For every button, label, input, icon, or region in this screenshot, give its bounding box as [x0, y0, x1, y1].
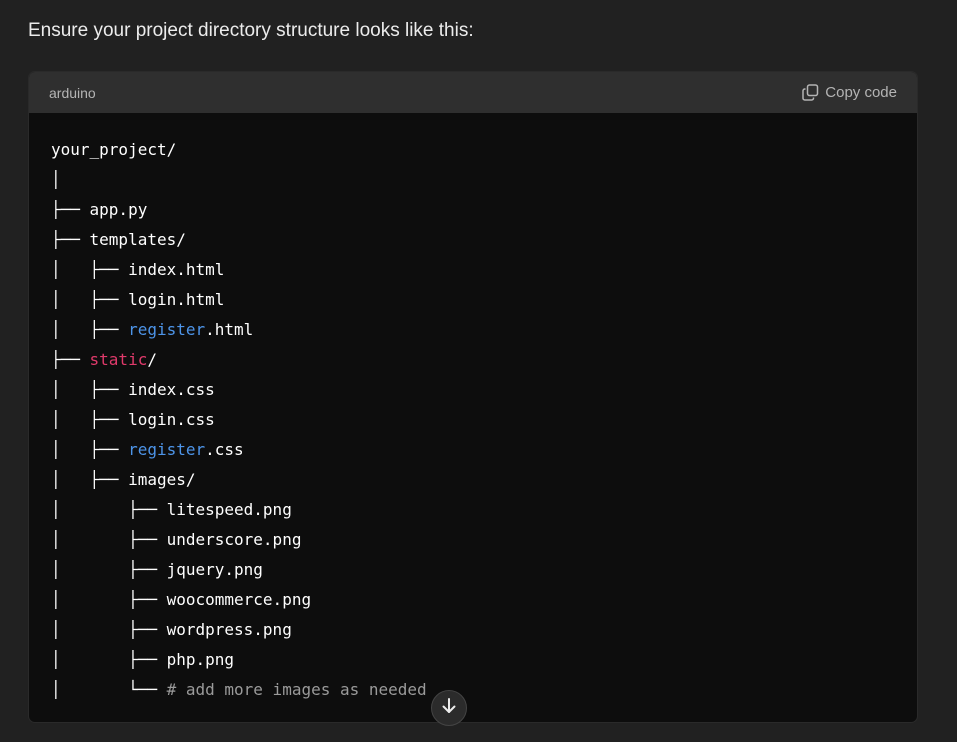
code-text: │ ├── images/: [51, 470, 196, 489]
copy-code-label: Copy code: [825, 84, 897, 101]
code-highlight: static: [89, 350, 148, 369]
code-language-label: arduino: [49, 84, 96, 101]
code-block: arduino Copy code your_project/ │ ├── app.…: [28, 71, 918, 723]
code-highlight: register: [128, 320, 206, 339]
code-text: │ ├── wordpress.png: [51, 620, 292, 639]
code-text: your_project/: [51, 140, 177, 159]
code-line: │ ├── login.css: [51, 405, 895, 435]
code-text: │: [51, 170, 61, 189]
code-line: │ ├── register.html: [51, 315, 895, 345]
code-comment: # add more images as needed: [166, 680, 427, 699]
scroll-down-button[interactable]: [431, 690, 467, 726]
code-line: │ ├── index.css: [51, 375, 895, 405]
code-text: │ ├── login.css: [51, 410, 215, 429]
code-line: │ ├── wordpress.png: [51, 615, 895, 645]
code-text: ├──: [51, 350, 90, 369]
message-text: Ensure your project directory structure …: [28, 20, 474, 41]
code-line: │: [51, 165, 895, 195]
code-highlight: register: [128, 440, 206, 459]
code-line: │ ├── litespeed.png: [51, 495, 895, 525]
code-text: │ ├── index.html: [51, 260, 225, 279]
code-text: /: [147, 350, 157, 369]
code-text: │ ├── login.html: [51, 290, 225, 309]
code-line: │ └── # add more images as needed: [51, 675, 895, 705]
code-text: │ ├──: [51, 320, 129, 339]
code-text: │ ├── litespeed.png: [51, 500, 292, 519]
code-line: ├── app.py: [51, 195, 895, 225]
code-text: │ ├── jquery.png: [51, 560, 263, 579]
code-text: .css: [205, 440, 244, 459]
code-line: │ ├── login.html: [51, 285, 895, 315]
copy-code-button[interactable]: Copy code: [802, 84, 897, 101]
code-line: │ ├── register.css: [51, 435, 895, 465]
code-line: │ ├── images/: [51, 465, 895, 495]
code-text: │ ├── underscore.png: [51, 530, 302, 549]
code-content: your_project/ │ ├── app.py ├── templates/ │ …: [29, 113, 917, 705]
code-text: │ ├── woocommerce.png: [51, 590, 312, 609]
code-text: .html: [205, 320, 254, 339]
code-line: │ ├── php.png: [51, 645, 895, 675]
arrow-down-icon: [440, 697, 458, 720]
code-line: │ ├── underscore.png: [51, 525, 895, 555]
code-line: │ ├── woocommerce.png: [51, 585, 895, 615]
code-line: your_project/: [51, 135, 895, 165]
code-block-header: arduino Copy code: [29, 72, 917, 113]
code-text: │ ├── index.css: [51, 380, 215, 399]
code-line: ├── static/: [51, 345, 895, 375]
code-line: │ ├── index.html: [51, 255, 895, 285]
code-text: │ ├──: [51, 440, 129, 459]
code-line: │ ├── jquery.png: [51, 555, 895, 585]
code-line: ├── templates/: [51, 225, 895, 255]
code-text: ├── templates/: [51, 230, 186, 249]
copy-icon: [802, 84, 819, 101]
code-text: │ └──: [51, 680, 167, 699]
code-text: │ ├── php.png: [51, 650, 235, 669]
code-text: ├── app.py: [51, 200, 148, 219]
